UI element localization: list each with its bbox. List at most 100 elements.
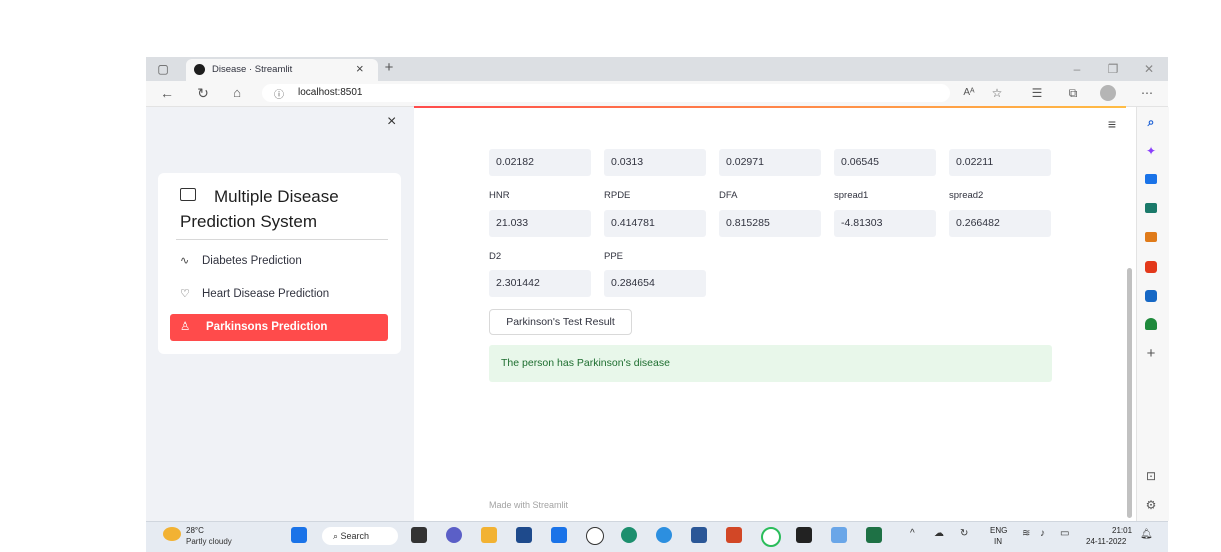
settings-gear-icon[interactable]: ⚙	[1142, 496, 1160, 514]
spread1-label: spread1	[834, 190, 869, 201]
terminal-icon[interactable]	[796, 527, 812, 543]
close-tab-icon[interactable]: ×	[356, 61, 364, 76]
chrome-icon[interactable]	[656, 527, 672, 543]
sidebar-item-label: Heart Disease Prediction	[202, 288, 330, 300]
wifi-icon[interactable]: ≋	[1022, 528, 1030, 539]
rpde-label: RPDE	[604, 190, 631, 201]
outlook-icon[interactable]	[1145, 290, 1157, 302]
store-icon[interactable]	[516, 527, 532, 543]
language-indicator[interactable]: ENG	[990, 526, 1007, 535]
ppe-label: PPE	[604, 251, 624, 262]
add-sidebar-app-icon[interactable]: +	[1142, 345, 1160, 363]
new-tab-icon[interactable]: +	[380, 59, 398, 77]
sidebar-item-label: Diabetes Prediction	[202, 255, 302, 267]
tab-title: Disease · Streamlit	[212, 64, 293, 75]
sidebar-item-diabetes[interactable]: ∿ Diabetes Prediction	[180, 250, 390, 272]
mail-icon[interactable]	[551, 527, 567, 543]
profile-avatar[interactable]	[1100, 85, 1116, 101]
spread1-input[interactable]: -4.81303	[834, 210, 936, 237]
clock-time[interactable]: 21:01	[1112, 526, 1132, 535]
tools-icon[interactable]	[1145, 203, 1157, 213]
person-icon: ♙	[180, 321, 191, 333]
battery-icon[interactable]: ▭	[1060, 528, 1069, 539]
excel-icon[interactable]	[866, 527, 882, 543]
volume-icon[interactable]: ♪	[1040, 528, 1045, 539]
close-window-icon[interactable]: ✕	[1140, 60, 1158, 78]
collections-icon[interactable]: ⧉	[1064, 84, 1082, 102]
streamlit-decoration-bar	[414, 106, 1126, 108]
sidebar-close-icon[interactable]: ×	[387, 113, 396, 131]
tab-actions-icon[interactable]: ▢	[154, 60, 172, 78]
notifications-icon[interactable]: 🔔︎	[1140, 529, 1153, 540]
task-view-icon[interactable]	[411, 527, 427, 543]
office-icon[interactable]	[1145, 261, 1157, 273]
copilot-icon[interactable]: ✦	[1142, 142, 1160, 160]
search-icon[interactable]: ⌕	[1142, 113, 1160, 131]
weather-desc[interactable]: Partly cloudy	[186, 537, 232, 546]
sidebar-item-parkinsons[interactable]: ♙ Parkinsons Prediction	[170, 314, 388, 341]
sidebar-item-label: Parkinsons Prediction	[206, 321, 328, 333]
tree-icon[interactable]	[1145, 318, 1157, 330]
hnr-label: HNR	[489, 190, 510, 201]
minimize-icon[interactable]: –	[1068, 60, 1086, 78]
powerpoint-icon[interactable]	[726, 527, 742, 543]
dell-icon[interactable]	[586, 527, 604, 545]
spread2-input[interactable]: 0.266482	[949, 210, 1051, 237]
dfa-input[interactable]: 0.815285	[719, 210, 821, 237]
games-icon[interactable]	[1145, 232, 1157, 242]
edge-icon[interactable]	[621, 527, 637, 543]
notepad-icon[interactable]	[831, 527, 847, 543]
menu-title-text: Multiple Disease Prediction System	[180, 187, 339, 231]
d2-label: D2	[489, 251, 502, 262]
url-text: localhost:8501	[298, 87, 363, 98]
word-icon[interactable]	[691, 527, 707, 543]
chat-icon[interactable]	[446, 527, 462, 543]
hnr-input[interactable]: 21.033	[489, 210, 591, 237]
back-icon[interactable]: ←	[158, 84, 176, 102]
heart-icon: ♡	[180, 288, 190, 300]
app-icon[interactable]	[761, 527, 781, 547]
taskbar-search[interactable]: ⌕ Search	[322, 527, 398, 545]
sidebar-item-heart[interactable]: ♡ Heart Disease Prediction	[180, 283, 390, 305]
menu-divider	[176, 239, 388, 240]
region-indicator[interactable]: IN	[994, 537, 1002, 546]
tray-app-icon[interactable]: ☁	[934, 528, 944, 539]
clock-date[interactable]: 24-11-2022	[1086, 537, 1126, 546]
activity-icon: ∿	[180, 255, 190, 267]
tray-overflow-icon[interactable]: ^	[910, 528, 915, 539]
streamlit-footer[interactable]: Made with Streamlit	[489, 500, 568, 510]
url-field[interactable]: ⓘ localhost:8501	[262, 84, 950, 102]
weather-temp[interactable]: 28°C	[186, 526, 204, 535]
spread2-label: spread2	[949, 190, 984, 201]
weather-icon[interactable]	[163, 527, 181, 541]
d2-input[interactable]: 2.301442	[489, 270, 591, 297]
hamburger-menu-icon[interactable]: ≡	[1103, 115, 1121, 133]
success-alert: The person has Parkinson's disease	[489, 345, 1052, 382]
tray-refresh-icon[interactable]: ↻	[960, 528, 968, 539]
browser-tab[interactable]: Disease · Streamlit ×	[186, 59, 378, 81]
dfa-label: DFA	[719, 190, 738, 201]
feature-input[interactable]: 0.0313	[604, 149, 706, 176]
scrollbar[interactable]	[1127, 268, 1132, 518]
streamlit-favicon-icon	[194, 64, 205, 75]
feature-input[interactable]: 0.02182	[489, 149, 591, 176]
info-icon[interactable]: ⓘ	[274, 86, 284, 101]
menu-title: Multiple Disease Prediction System	[180, 184, 380, 234]
restore-icon[interactable]: ❐	[1104, 60, 1122, 78]
favorite-star-icon[interactable]: ☆	[988, 84, 1006, 102]
windows-start-icon[interactable]	[291, 527, 307, 543]
favorites-list-icon[interactable]: ☰	[1028, 84, 1046, 102]
file-explorer-icon[interactable]	[481, 527, 497, 543]
home-icon[interactable]: ⌂	[228, 84, 246, 102]
shopping-icon[interactable]	[1145, 174, 1157, 184]
ppe-input[interactable]: 0.284654	[604, 270, 706, 297]
feature-input[interactable]: 0.02971	[719, 149, 821, 176]
feature-input[interactable]: 0.02211	[949, 149, 1051, 176]
hide-sidebar-icon[interactable]: ⊡	[1142, 467, 1160, 485]
rpde-input[interactable]: 0.414781	[604, 210, 706, 237]
parkinsons-test-result-button[interactable]: Parkinson's Test Result	[489, 309, 632, 335]
feature-input[interactable]: 0.06545	[834, 149, 936, 176]
more-menu-icon[interactable]: ⋯	[1138, 84, 1156, 102]
read-aloud-icon[interactable]: Aᴬ	[960, 84, 978, 102]
refresh-icon[interactable]: ↻	[194, 84, 212, 102]
